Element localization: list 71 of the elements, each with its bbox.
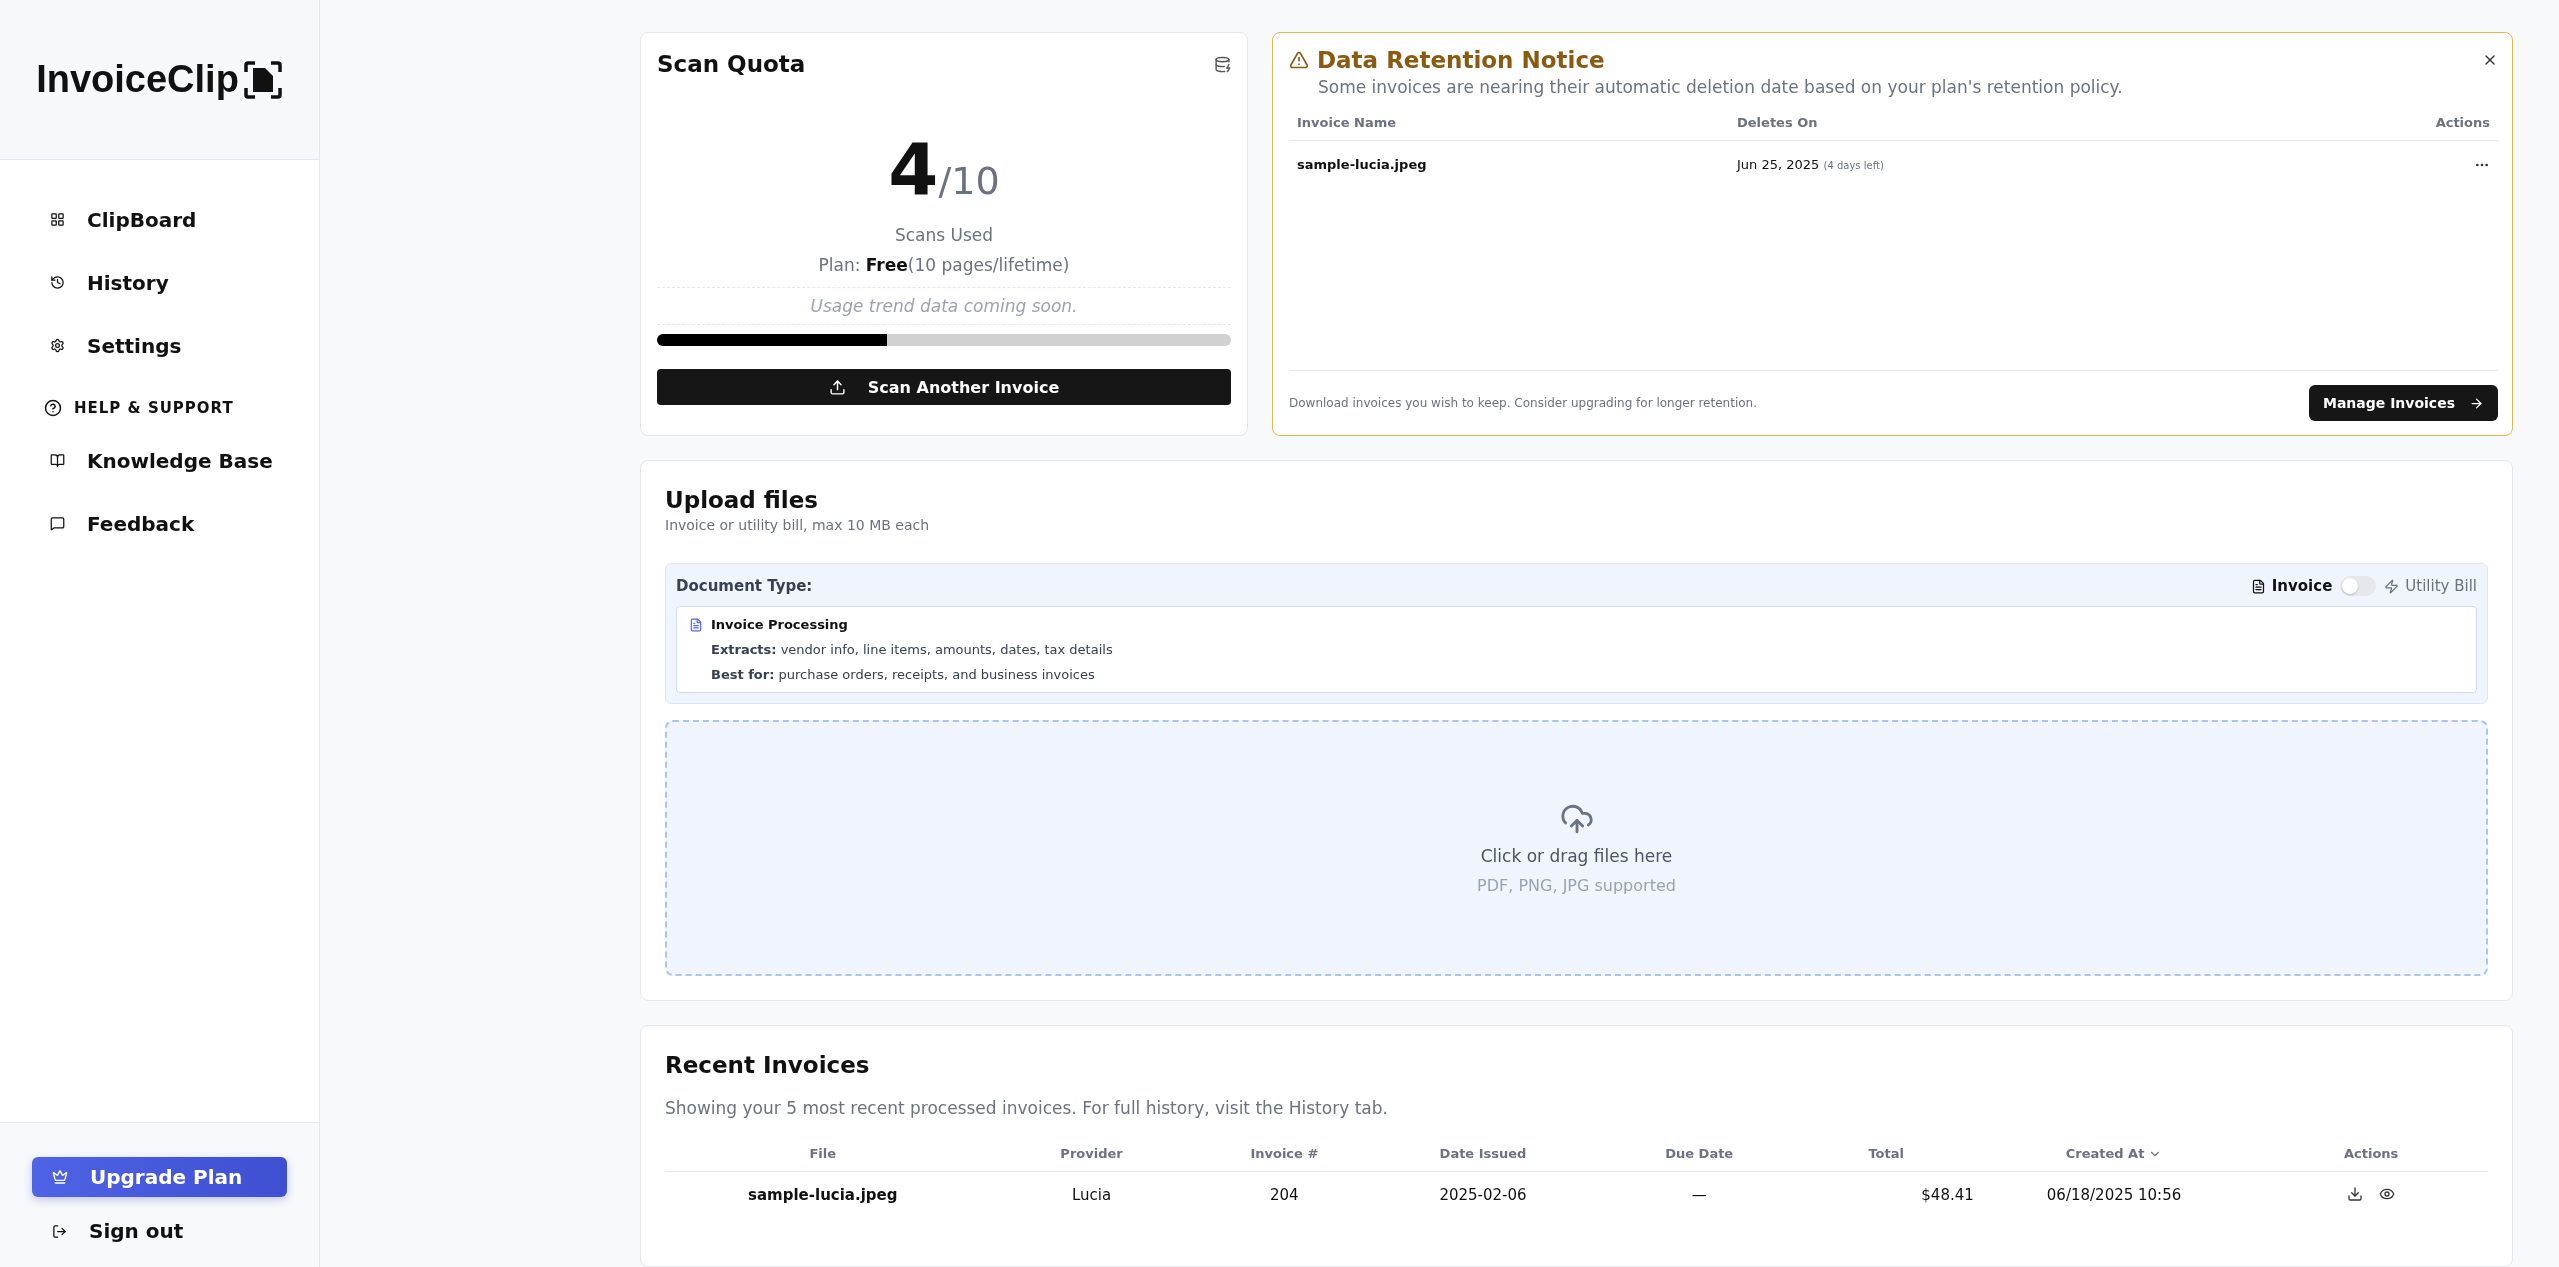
table-cell-text: Lucia (1070, 1185, 1113, 1206)
type-toggle[interactable] (2340, 576, 2377, 596)
document-icon (2250, 578, 2266, 594)
history-icon (50, 275, 65, 290)
lightning-icon (2384, 578, 2400, 594)
sign-out-icon (52, 1223, 67, 1239)
drop-text: Click or drag files here (1480, 845, 1673, 866)
crown-icon (52, 1169, 68, 1185)
card-title: Upload files (665, 487, 820, 513)
logo-text: InvoiceClip (36, 58, 239, 101)
column-header: Provider (980, 1146, 1203, 1172)
notice-footer: Download invoices you wish to keep. Consider upgrading for longer retention. (1289, 396, 1757, 410)
upgrade-button[interactable]: Upgrade Plan (32, 1157, 287, 1197)
card-title: Scan Quota (657, 51, 806, 77)
column-header[interactable]: Created At (1973, 1146, 2255, 1172)
table-cell-text: 204 (1269, 1185, 1300, 1206)
info-line: Best for: purchase orders, receipts, and business invoices (710, 667, 1096, 682)
drop-hint: PDF, PNG, JPG supported (1477, 875, 1676, 895)
column-header: Invoice Name (1289, 115, 1729, 141)
table-cell-text: sample-lucia.jpeg (747, 1185, 899, 1206)
grid-icon (50, 212, 65, 227)
nav-item[interactable]: History (0, 251, 319, 314)
document-icon (689, 617, 703, 632)
drop-zone[interactable]: Click or drag files here PDF, PNG, JPG supported (665, 720, 2488, 976)
nav-item[interactable]: Settings (0, 314, 319, 377)
nav-item[interactable]: Feedback (0, 492, 319, 555)
info-title: Invoice Processing (711, 617, 848, 632)
column-header: Deletes On (1729, 115, 2428, 141)
upload-icon (828, 378, 846, 396)
table-cell-text: 2025-02-06 (1438, 1185, 1528, 1206)
column-header: Actions (2427, 115, 2498, 141)
book-icon (50, 453, 65, 468)
table-cell-text: $48.41 (1920, 1185, 1974, 1206)
trend-note: Usage trend data coming soon. (657, 287, 1231, 325)
used-count: 4 (888, 127, 939, 211)
help-icon (44, 399, 62, 417)
database-icon (1214, 55, 1231, 73)
section-title: HELP & SUPPORT (74, 399, 234, 417)
column-header: Date Issued (1366, 1146, 1600, 1172)
warning-icon (1289, 50, 1309, 70)
card-subtitle: Showing your 5 most recent processed invoices. For full history, visit the History tab. (665, 1098, 1389, 1118)
arrow-right-icon (2469, 395, 2484, 411)
column-header: Due Date (1599, 1146, 1799, 1172)
sign-out-link[interactable]: Sign out (32, 1215, 287, 1247)
type-option[interactable]: Utility Bill (2384, 577, 2477, 595)
column-header: Actions (2254, 1146, 2488, 1172)
column-header: Invoice # (1202, 1146, 1367, 1172)
info-line: Extracts: vendor info, line items, amounts, dates, tax details (710, 642, 1114, 657)
scan-button[interactable]: Scan Another Invoice (657, 369, 1231, 405)
total-count: /10 (938, 159, 1000, 203)
caption: Scans Used (893, 225, 995, 245)
logo-icon (242, 59, 283, 100)
manage-button[interactable]: Manage Invoices (2308, 385, 2498, 421)
nav-item[interactable]: ClipBoard (0, 188, 319, 251)
table-cell-text: 06/18/2025 10:56 (2045, 1185, 2183, 1206)
nav-item[interactable]: Knowledge Base (0, 429, 319, 492)
column-header: Total (1798, 1146, 1974, 1172)
plan-text: Plan: Free(10 pages/lifetime) (817, 255, 1071, 275)
notice-message: Some invoices are nearing their automatic deletion date based on your plan's retention policy. (1318, 77, 2124, 97)
card-title: Recent Invoices (665, 1052, 871, 1078)
table-cell-text: Jun 25, 2025 (4 days left) (1735, 156, 1885, 174)
table-cell-text: — (1690, 1185, 1708, 1206)
document-type-label: Document Type: (676, 577, 813, 595)
download-button[interactable] (2347, 1186, 2364, 1204)
message-icon (50, 516, 65, 531)
card-subtitle: Invoice or utility bill, max 10 MB each (665, 517, 931, 533)
settings-icon (50, 338, 65, 353)
table-cell-text: sample-lucia.jpeg (1296, 156, 1428, 174)
type-option[interactable]: Invoice (2250, 577, 2333, 595)
column-header: File (665, 1146, 981, 1172)
notice-title: Data Retention Notice (1317, 47, 1605, 73)
